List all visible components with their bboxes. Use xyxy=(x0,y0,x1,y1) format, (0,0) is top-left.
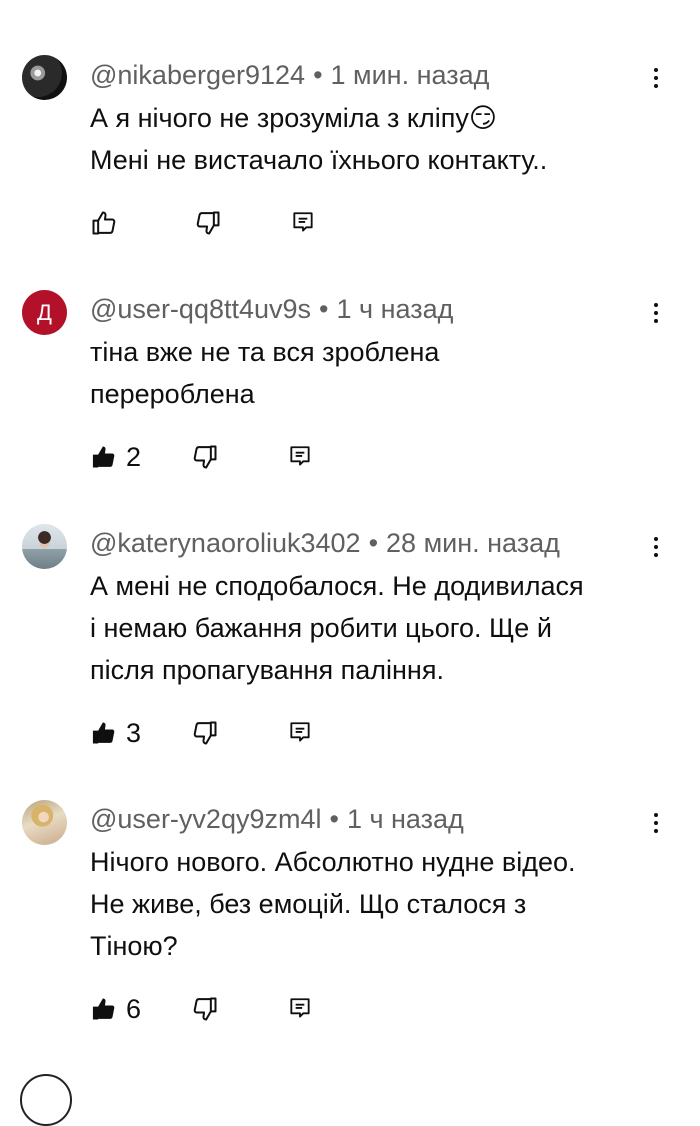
comments-list: @nikaberger9124 • 1 мин. назад А я нічого … xyxy=(0,0,700,1126)
comment-text: А я нічого не зрозуміла з кліпу😏 Мені не… xyxy=(90,97,660,181)
header-separator: • xyxy=(329,804,339,834)
next-comment-avatar-fragment xyxy=(20,1074,72,1126)
comment-author[interactable]: @user-yv2qy9zm4l xyxy=(90,804,321,834)
comment-time: 1 ч назад xyxy=(336,294,454,324)
thumbs-down-icon xyxy=(193,997,217,1021)
reply-icon xyxy=(290,722,310,742)
more-vert-icon[interactable] xyxy=(646,531,666,563)
reply-button[interactable] xyxy=(287,996,313,1022)
comment-actions xyxy=(90,206,316,240)
comment-header: @user-qq8tt4uv9s • 1 ч назад xyxy=(90,293,453,325)
reply-button[interactable] xyxy=(287,444,313,470)
comment-time: 1 ч назад xyxy=(346,804,464,834)
like-button[interactable]: 3 xyxy=(90,718,141,749)
thumbs-up-icon xyxy=(92,998,115,1020)
comment-line: тіна вже не та вся зроблена xyxy=(90,337,440,367)
header-separator: • xyxy=(319,294,329,324)
comment-line: А мені не сподобалося. Не додивилася xyxy=(90,571,584,601)
comment-text: Нічого нового. Абсолютно нудне відео. Не… xyxy=(90,841,660,967)
like-count: 3 xyxy=(126,717,142,748)
reply-icon xyxy=(290,446,310,466)
more-vert-icon[interactable] xyxy=(646,62,666,94)
header-separator: • xyxy=(368,528,379,558)
comment-header: @nikaberger9124 • 1 мин. назад xyxy=(90,59,489,91)
comment-text: А мені не сподобалося. Не додивилася і н… xyxy=(90,565,660,691)
more-vert-icon[interactable] xyxy=(646,297,666,329)
comment-actions: 3 xyxy=(90,716,313,750)
avatar[interactable] xyxy=(22,55,67,100)
comment-line: Нічого нового. Абсолютно нудне відео. xyxy=(90,847,576,877)
comment-author[interactable]: @user-qq8tt4uv9s xyxy=(90,294,311,324)
header-separator: • xyxy=(313,60,323,90)
comment-line: А я нічого не зрозуміла з кліпу😏 xyxy=(90,103,498,133)
more-vert-icon[interactable] xyxy=(646,807,666,839)
like-button[interactable] xyxy=(90,209,118,237)
comment-actions: 2 xyxy=(90,440,313,474)
like-count: 6 xyxy=(126,993,142,1024)
thumbs-up-icon xyxy=(92,211,116,235)
comment-text: тіна вже не та вся зроблена перероблена xyxy=(90,331,660,415)
comment-line: Мені не вистачало їхнього контакту.. xyxy=(90,145,548,175)
reply-icon xyxy=(293,212,313,232)
comment-line: і немаю бажання робити цього. Ще й xyxy=(90,613,552,643)
comment-line: після пропагування паління. xyxy=(90,655,444,685)
thumbs-up-icon xyxy=(92,722,115,744)
reply-button[interactable] xyxy=(287,720,313,746)
like-count: 2 xyxy=(126,441,142,472)
comment-line: Не живе, без емоцій. Що сталося з xyxy=(90,889,527,919)
dislike-button[interactable] xyxy=(191,995,219,1023)
comment-actions: 6 xyxy=(90,992,313,1026)
thumbs-down-icon xyxy=(193,721,217,745)
comment-line: перероблена xyxy=(90,379,255,409)
avatar[interactable] xyxy=(22,524,67,569)
comment-time: 28 мин. назад xyxy=(386,528,560,558)
reply-icon xyxy=(290,998,310,1018)
comment-header: @katerynaoroliuk3402 • 28 мин. назад xyxy=(90,527,560,559)
dislike-button[interactable] xyxy=(191,719,219,747)
like-button[interactable]: 6 xyxy=(90,994,141,1025)
thumbs-down-icon xyxy=(193,445,217,469)
comment-header: @user-yv2qy9zm4l • 1 ч назад xyxy=(90,803,464,835)
reply-button[interactable] xyxy=(290,210,316,236)
previous-comment-actions-fragment xyxy=(80,0,200,6)
comment-time: 1 мин. назад xyxy=(330,60,490,90)
thumbs-up-icon xyxy=(92,446,115,468)
comment-line: Тіною? xyxy=(90,931,178,961)
dislike-button[interactable] xyxy=(191,443,219,471)
comment-author[interactable]: @katerynaoroliuk3402 xyxy=(90,528,361,558)
dislike-button[interactable] xyxy=(194,209,222,237)
like-button[interactable]: 2 xyxy=(90,442,141,473)
comment-author[interactable]: @nikaberger9124 xyxy=(90,60,305,90)
avatar[interactable]: Д xyxy=(22,290,67,335)
avatar-letter: Д xyxy=(37,299,52,325)
avatar[interactable] xyxy=(22,800,67,845)
thumbs-down-icon xyxy=(196,211,220,235)
